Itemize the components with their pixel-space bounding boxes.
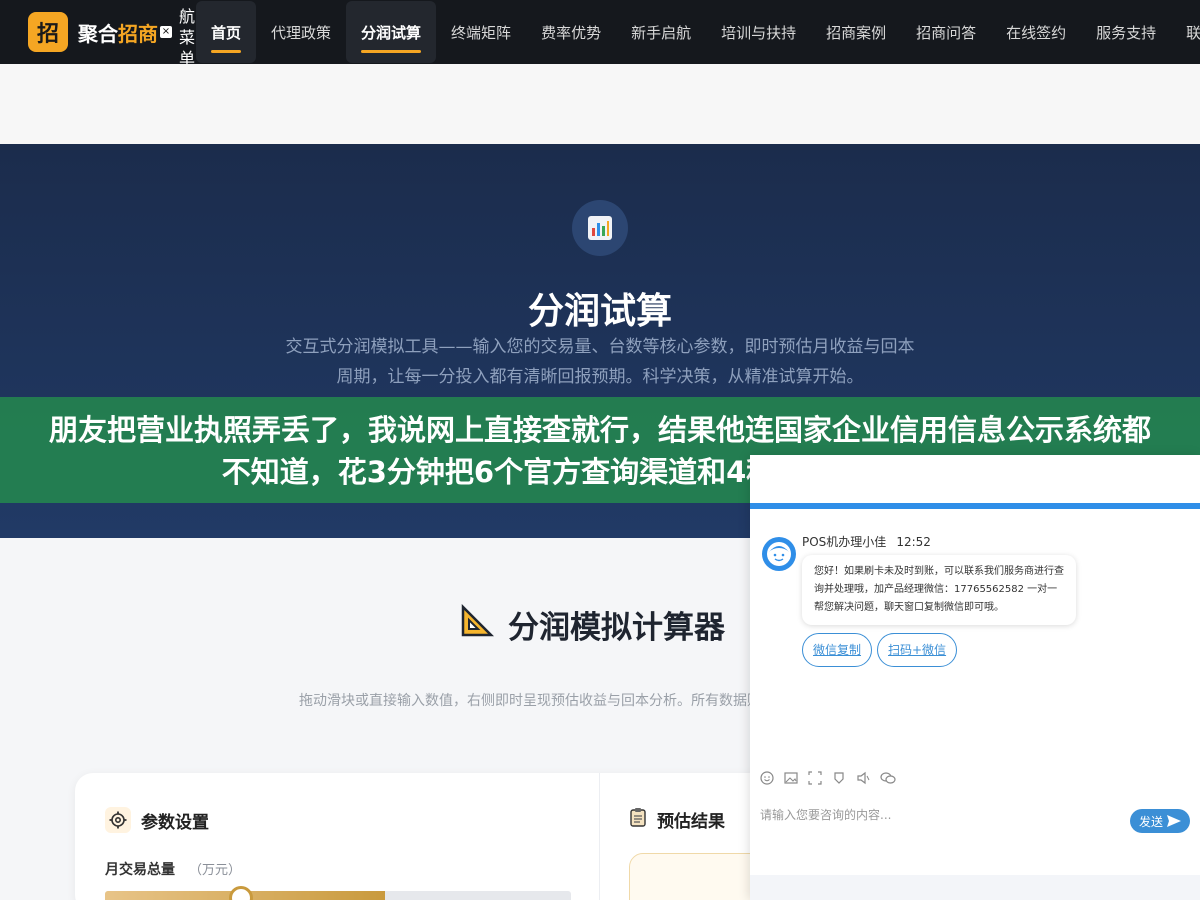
page-title: 分润试算 [527,291,672,332]
hero-description: 交互式分润模拟工具——输入您的交易量、台数等核心参数，即时预估月收益与回本周期，… [285,337,915,387]
monthly-volume-unit: （万元） [189,863,242,878]
agent-name-line: POS机办理小佳 12:52 [802,533,931,550]
copy-wechat-button[interactable]: 微信复制 [802,633,873,667]
main-nav: 首页 代理政策 分润试算 终端矩阵 费率优势 新手启航 培训与扶持 招商案例 招… [196,0,1200,64]
nav-item-profit-calc[interactable]: 分润试算 [346,1,437,63]
image-icon[interactable] [784,771,798,785]
spacer-band [0,64,1200,144]
monthly-volume-label-text: 月交易总量 [105,862,175,878]
maximize-icon[interactable]: □ [1170,465,1186,481]
nav-item-training[interactable]: 培训与扶持 [706,1,811,63]
sound-icon[interactable] [856,771,870,785]
close-icon[interactable]: × [160,26,172,38]
calculator-title-text: 分润模拟计算器 [508,610,725,646]
send-icon [1167,815,1181,827]
nav-item-contact[interactable]: 联系 [1171,1,1200,63]
nav-menu-toggle[interactable]: 航 菜 单 [178,6,196,69]
nav-item-rate-advantage[interactable]: 费率优势 [526,1,616,63]
agent-name: POS机办理小佳 [802,535,887,549]
nav-item-service[interactable]: 服务支持 [1081,1,1171,63]
monthly-volume-slider[interactable] [105,891,571,900]
agent-message-bubble: 您好！如果刷卡未及时到账，可以联系我们服务商进行查询并处理哦，加产品经理微信：1… [802,555,1076,625]
chat-header-strip [750,503,1200,509]
send-button[interactable]: 发送 [1130,809,1190,833]
nav-item-beginner[interactable]: 新手启航 [616,1,706,63]
gear-icon [105,807,131,833]
minimize-icon[interactable]: − [1146,465,1162,481]
logo-mark: 招 [28,12,68,52]
bar-chart-icon [572,200,628,256]
results-header: 预估结果 [629,807,725,832]
brand-name-part1: 聚合 [78,21,118,46]
results-title: 预估结果 [657,812,725,832]
brand-name: 聚合招商 [78,18,158,47]
chat-widget: − □ POS机办理小佳 12:52 您好！如果刷卡未及时到账，可以联系我们服务商… [750,455,1200,900]
nav-item-cases[interactable]: 招商案例 [811,1,901,63]
nav-item-agent-policy[interactable]: 代理政策 [256,1,346,63]
scan-wechat-button[interactable]: 扫码+微信 [877,633,958,667]
rating-icon[interactable] [832,771,846,785]
nav-item-online-sign[interactable]: 在线签约 [991,1,1081,63]
clipboard-icon [629,807,647,832]
agent-avatar [762,537,796,571]
chat-header: − □ [750,455,1200,503]
nav-item-home[interactable]: 首页 [196,1,257,63]
wechat-icon[interactable] [880,771,896,785]
nav-menu-char: 菜 [178,28,195,47]
top-nav-bar: 招 聚合招商 × 航 菜 单 首页 代理政策 分润试算 终端矩阵 费率优势 新手… [0,0,1200,68]
chat-toolbar [760,771,904,785]
brand-name-part2: 招商 [118,21,158,46]
params-title: 参数设置 [141,812,209,833]
calculator-card: 参数设置 月交易总量 （万元） 预估结果 [75,773,829,900]
slider-handle[interactable] [228,886,253,900]
monthly-volume-label: 月交易总量 （万元） [105,859,241,879]
nav-item-terminals[interactable]: 终端矩阵 [436,1,526,63]
brand-logo[interactable]: 招 聚合招商 × [28,0,172,64]
nav-item-faq[interactable]: 招商问答 [901,1,991,63]
screenshot-icon[interactable] [808,771,822,785]
params-header: 参数设置 [105,807,209,833]
send-button-label: 发送 [1138,814,1163,829]
emoji-icon[interactable] [760,771,774,785]
triangle-ruler-icon [460,603,495,646]
chat-footer [750,875,1200,900]
nav-menu-char: 航 [178,7,195,26]
message-time: 12:52 [896,535,931,549]
calculator-title: 分润模拟计算器 [460,602,725,647]
chat-input[interactable] [760,803,1120,827]
card-divider [599,773,600,900]
